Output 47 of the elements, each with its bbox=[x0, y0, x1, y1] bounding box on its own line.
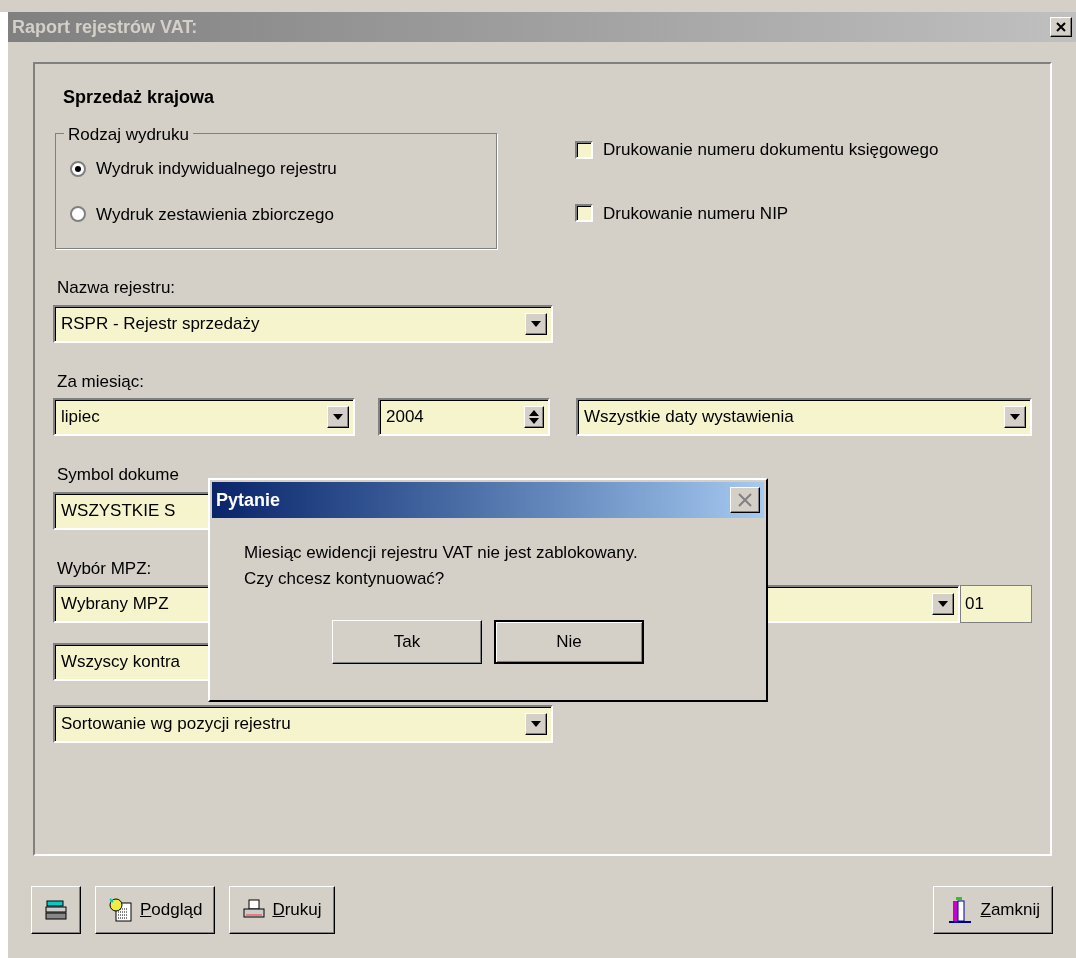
month-dropdown[interactable]: lipiec bbox=[53, 398, 355, 436]
close-icon bbox=[738, 493, 752, 507]
document-magnifier-icon bbox=[108, 897, 134, 923]
close-button[interactable]: Zamknij bbox=[933, 886, 1053, 934]
caret-icon bbox=[531, 721, 541, 727]
section-title: Sprzedaż krajowa bbox=[63, 86, 216, 109]
radio-option[interactable]: Wydruk zestawienia zbiorczego bbox=[70, 201, 496, 227]
dialog-button[interactable]: Tak bbox=[332, 620, 482, 664]
dialog-message: Miesiąc ewidencji rejestru VAT nie jest zablokowany. bbox=[244, 542, 639, 564]
field-label: Symbol dokume bbox=[57, 464, 179, 486]
print-button[interactable]: Drukuj bbox=[229, 886, 335, 934]
close-icon bbox=[1056, 22, 1066, 32]
radio-option[interactable]: Wydruk indywidualnego rejestru bbox=[70, 156, 496, 182]
window-title: Raport rejestrów VAT: bbox=[12, 15, 198, 39]
year-spinner[interactable]: 2004 bbox=[378, 398, 550, 436]
dialog-button[interactable]: Nie bbox=[494, 620, 644, 664]
close-button[interactable] bbox=[730, 487, 760, 513]
caret-icon bbox=[531, 320, 541, 327]
checkbox-label: Drukowanie numeru NIP bbox=[603, 202, 789, 225]
radio-button[interactable] bbox=[70, 206, 86, 223]
dropdown-button[interactable] bbox=[525, 713, 547, 735]
print-setup-button[interactable] bbox=[31, 886, 81, 934]
dropdown-button[interactable] bbox=[525, 312, 547, 335]
field-label: Wybór MPZ: bbox=[57, 557, 152, 580]
field-label: Nazwa rejestru: bbox=[57, 277, 176, 299]
caret-icon bbox=[938, 601, 948, 607]
dialog-message: Czy chcesz kontynuować? bbox=[244, 568, 446, 590]
radio-button[interactable] bbox=[70, 160, 86, 177]
printer-stack-icon bbox=[44, 898, 68, 922]
dropdown-button[interactable] bbox=[1004, 406, 1026, 428]
sorting-dropdown[interactable]: Sortowanie wg pozycji rejestru bbox=[53, 705, 553, 743]
caret-icon bbox=[1010, 414, 1020, 420]
dropdown-button[interactable] bbox=[932, 593, 954, 615]
preview-button[interactable]: Podgląd bbox=[95, 886, 216, 934]
mpz-code-field[interactable]: 01 bbox=[960, 585, 1032, 623]
printer-icon bbox=[242, 899, 267, 921]
checkbox-label: Drukowanie numeru dokumentu księgowego bbox=[603, 139, 939, 161]
date-filter-dropdown[interactable]: Wszystkie daty wystawienia bbox=[576, 398, 1032, 436]
spinner-arrows-icon bbox=[529, 410, 539, 424]
dropdown-button[interactable] bbox=[327, 406, 349, 428]
register-dropdown[interactable]: RSPR - Rejestr sprzedaży bbox=[53, 304, 553, 343]
dialog-title: Pytanie bbox=[216, 488, 281, 512]
caret-icon bbox=[333, 414, 343, 420]
close-button[interactable] bbox=[1050, 17, 1072, 37]
checkbox[interactable] bbox=[575, 204, 593, 223]
field-label: Za miesiąc: bbox=[57, 370, 144, 393]
checkbox[interactable] bbox=[575, 140, 593, 159]
